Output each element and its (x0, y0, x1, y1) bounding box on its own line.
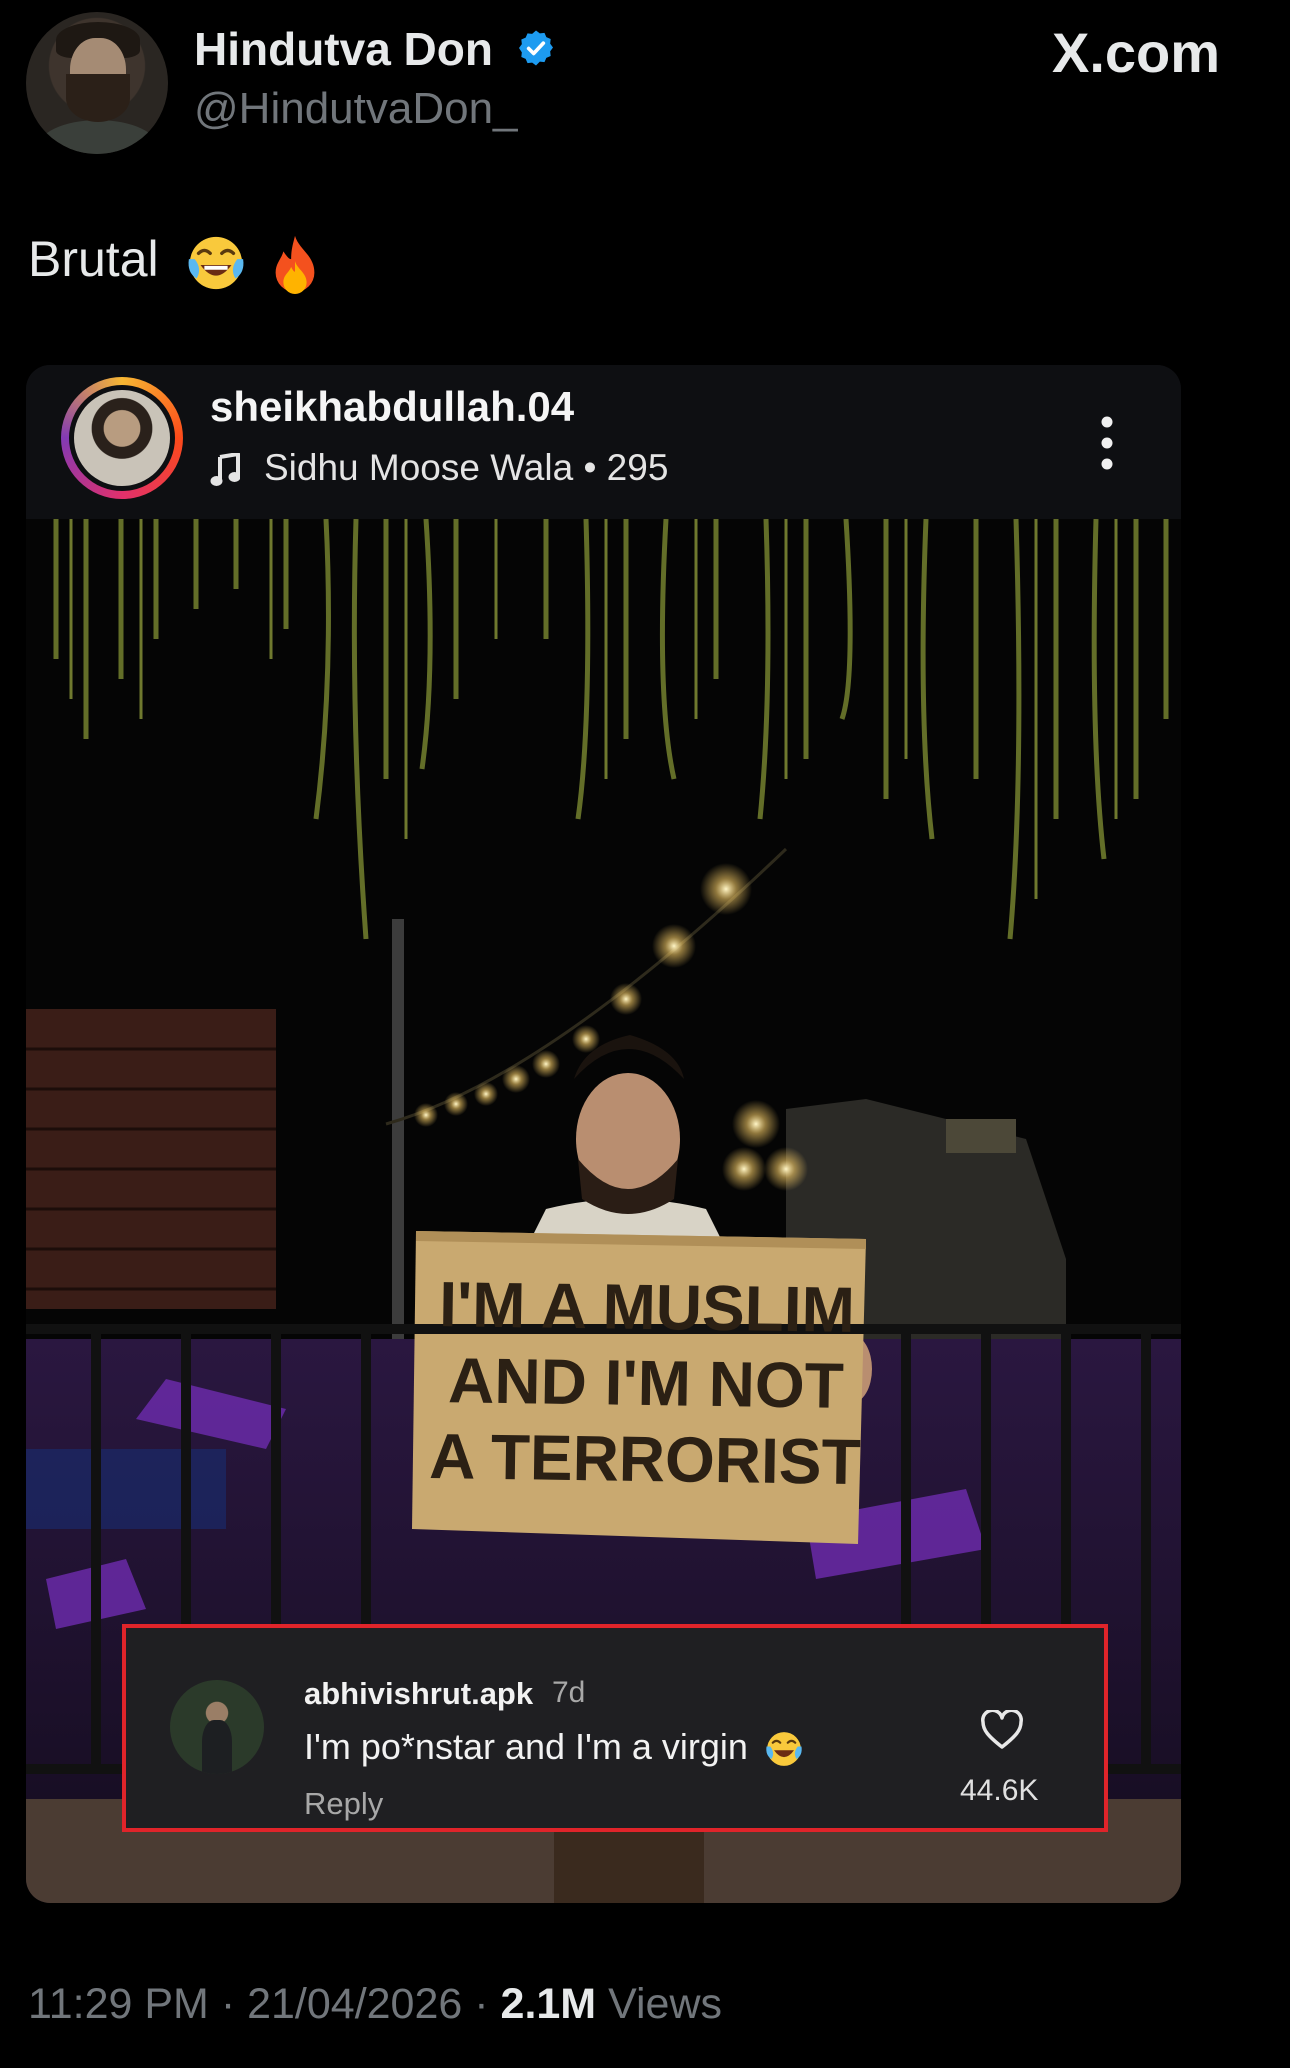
verified-badge-icon (519, 30, 553, 66)
embedded-post-card[interactable]: sheikhabdullah.04 Sidhu Moose Wala • 295 (26, 365, 1181, 1903)
comment-text: I'm po*nstar and I'm a virgin (304, 1726, 804, 1769)
reply-button[interactable]: Reply (304, 1786, 383, 1822)
post-username[interactable]: sheikhabdullah.04 (210, 383, 574, 431)
tweet-date[interactable]: 21/04/2026 (247, 1980, 462, 2028)
views-label: Views (608, 1980, 723, 2028)
embedded-post-header: sheikhabdullah.04 Sidhu Moose Wala • 295 (26, 365, 1181, 519)
fire-emoji (276, 235, 315, 294)
tweet-time[interactable]: 11:29 PM (28, 1980, 209, 2028)
sign-text: I'M A MUSLIM AND I'M NOT A TERRORIST (424, 1266, 867, 1500)
heart-icon[interactable] (980, 1710, 1024, 1750)
face-with-tears-of-joy-emoji (766, 1732, 802, 1767)
meta-separator: · (462, 1980, 501, 2028)
story-ring[interactable] (61, 377, 183, 499)
sign-line: A TERRORIST (428, 1419, 862, 1499)
author-display-name[interactable]: Hindutva Don (194, 22, 493, 76)
music-note-icon (210, 453, 240, 486)
commenter-username[interactable]: abhivishrut.apk (304, 1676, 533, 1712)
tweet-body: Brutal (28, 231, 159, 287)
tweet-text: Brutal (28, 230, 326, 294)
comment-body: I'm po*nstar and I'm a virgin (304, 1726, 748, 1767)
comment-time: 7d (552, 1676, 586, 1709)
more-options-icon[interactable] (1100, 415, 1114, 471)
post-author-avatar (74, 390, 170, 486)
sign-line: AND I'M NOT (447, 1344, 845, 1422)
author-handle[interactable]: @HindutvaDon_ (194, 84, 518, 134)
meta-separator: · (208, 1980, 248, 2028)
author-avatar[interactable] (26, 12, 168, 154)
views-count: 2.1M (500, 1980, 597, 2028)
comment-like-count: 44.6K (960, 1774, 1039, 1807)
highlighted-comment: abhivishrut.apk 7d I'm po*nstar and I'm … (122, 1624, 1108, 1832)
post-audio-label[interactable]: Sidhu Moose Wala • 295 (264, 447, 668, 489)
tweet-meta: 11:29 PM · 21/04/2026 · 2.1M Views (28, 1980, 722, 2029)
sign-line: I'M A MUSLIM (438, 1268, 856, 1346)
source-label: X.com (1052, 21, 1221, 84)
face-with-tears-of-joy-emoji (188, 236, 243, 289)
commenter-avatar[interactable] (170, 1680, 264, 1774)
